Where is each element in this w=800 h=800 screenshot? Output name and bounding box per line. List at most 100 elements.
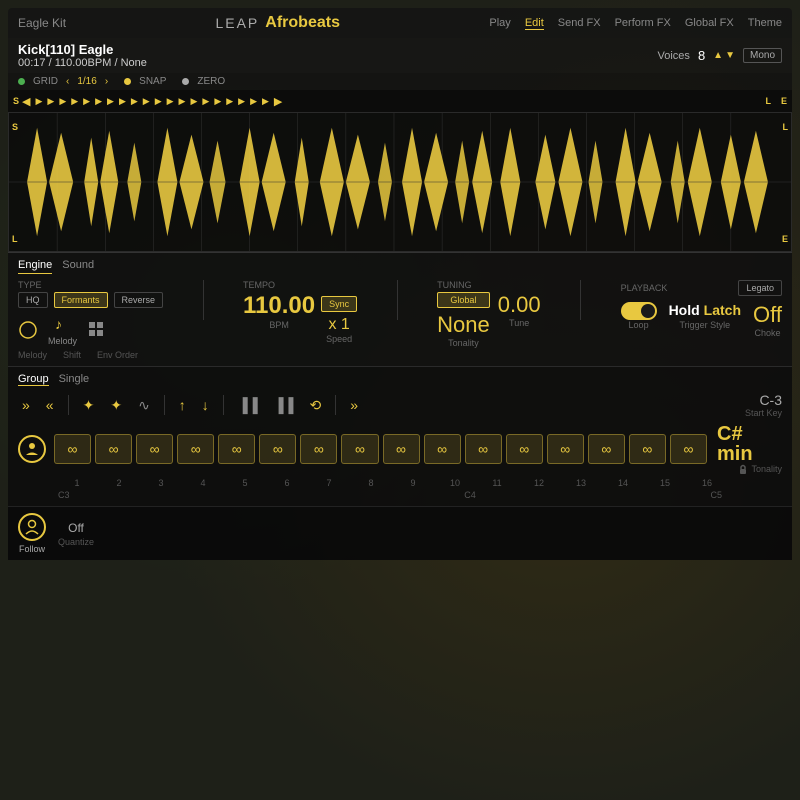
- tab-single[interactable]: Single: [59, 373, 90, 386]
- pad-9[interactable]: ∞: [383, 434, 420, 464]
- engine-section: Engine Sound TYPE HQ Formants Reverse: [8, 252, 792, 366]
- pad-num-15: 15: [646, 478, 684, 488]
- trigger-label: Trigger Style: [679, 320, 730, 330]
- block-btn1[interactable]: ▐▐: [234, 395, 262, 415]
- follow-item: Follow: [18, 513, 46, 554]
- reverse-button[interactable]: Reverse: [114, 292, 164, 308]
- pad-4[interactable]: ∞: [177, 434, 214, 464]
- sparkle-btn2[interactable]: ✦: [106, 395, 126, 416]
- note-labels: C3 C4 C5: [18, 490, 782, 500]
- follow-button[interactable]: [18, 513, 46, 541]
- cycle-btn[interactable]: ⟲: [305, 395, 325, 416]
- type-controls: HQ Formants Reverse: [18, 292, 163, 308]
- down-arrow-btn[interactable]: ↓: [198, 395, 213, 415]
- marker-4: ▶: [71, 96, 78, 107]
- speed-value[interactable]: x 1: [328, 316, 349, 334]
- pad-13-infinity: ∞: [560, 441, 570, 457]
- nav-edit[interactable]: Edit: [525, 17, 544, 30]
- pad-7[interactable]: ∞: [300, 434, 337, 464]
- pad-3[interactable]: ∞: [136, 434, 173, 464]
- legato-button[interactable]: Legato: [738, 280, 782, 296]
- pad-2[interactable]: ∞: [95, 434, 132, 464]
- global-button[interactable]: Global: [437, 292, 490, 308]
- tab-engine[interactable]: Engine: [18, 259, 52, 274]
- fast-back-btn[interactable]: «: [42, 395, 58, 415]
- melody-icon-item[interactable]: ♪ Melody: [48, 314, 77, 346]
- latch-label[interactable]: Latch: [704, 302, 741, 318]
- loop-toggle[interactable]: [621, 302, 657, 320]
- tab-group[interactable]: Group: [18, 373, 49, 386]
- nav-perform-fx[interactable]: Perform FX: [615, 17, 671, 30]
- voices-up[interactable]: ▲: [713, 50, 723, 61]
- snap-label: SNAP: [139, 76, 166, 87]
- grid-arrow-right[interactable]: ›: [105, 76, 108, 87]
- marker-18: ▶: [238, 96, 245, 107]
- pad-12[interactable]: ∞: [506, 434, 543, 464]
- shift-label: Shift: [63, 350, 81, 360]
- pad-num-1: 1: [58, 478, 96, 488]
- grid-arrow-left[interactable]: ‹: [66, 76, 69, 87]
- tonality-value[interactable]: None: [437, 312, 490, 338]
- choke-value[interactable]: Off: [753, 302, 782, 328]
- pad-10-infinity: ∞: [437, 441, 447, 457]
- circle-icon-item[interactable]: [18, 320, 38, 340]
- tune-label: Tune: [509, 318, 529, 328]
- marker-11: ▶: [155, 96, 162, 107]
- loop-box: Loop: [621, 302, 657, 330]
- grid-value[interactable]: 1/16: [77, 76, 96, 87]
- voices-arrows[interactable]: ▲ ▼: [713, 50, 735, 61]
- pad-16[interactable]: ∞: [670, 434, 707, 464]
- wave-btn[interactable]: ∿: [134, 395, 154, 416]
- tuning-label: TUNING: [437, 280, 540, 290]
- up-arrow-btn[interactable]: ↑: [175, 395, 190, 415]
- pad-15[interactable]: ∞: [629, 434, 666, 464]
- pad-num-8: 8: [352, 478, 390, 488]
- pad-14[interactable]: ∞: [588, 434, 625, 464]
- loop-label: Loop: [629, 320, 649, 330]
- pad-8[interactable]: ∞: [341, 434, 378, 464]
- sparkle-btn1[interactable]: ✦: [79, 395, 99, 416]
- nav-send-fx[interactable]: Send FX: [558, 17, 601, 30]
- marker-19: ▶: [250, 96, 257, 107]
- marker-3: ▶: [59, 96, 66, 107]
- divider-2: [397, 280, 398, 320]
- nav-play[interactable]: Play: [489, 17, 510, 30]
- mono-button[interactable]: Mono: [743, 48, 782, 63]
- pad-10[interactable]: ∞: [424, 434, 461, 464]
- block-btn2[interactable]: ▐▐: [270, 395, 298, 415]
- pad-3-infinity: ∞: [150, 441, 160, 457]
- pad-11-infinity: ∞: [478, 441, 488, 457]
- end-btn[interactable]: »: [346, 395, 362, 415]
- c5-label: C5: [710, 490, 722, 500]
- tonality-label-row: Tonality: [738, 464, 782, 474]
- pad-5[interactable]: ∞: [218, 434, 255, 464]
- formants-button[interactable]: Formants: [54, 292, 108, 308]
- main-waveform[interactable]: S L L E: [8, 112, 792, 252]
- follow-icon[interactable]: [18, 435, 46, 463]
- marker-14: ▶: [190, 96, 197, 107]
- nav-global-fx[interactable]: Global FX: [685, 17, 734, 30]
- hq-button[interactable]: HQ: [18, 292, 48, 308]
- waveform-e-right: E: [782, 234, 788, 244]
- voices-down[interactable]: ▼: [725, 50, 735, 61]
- pad-1[interactable]: ∞: [54, 434, 91, 464]
- quantize-value[interactable]: Off: [68, 521, 84, 535]
- pad-6[interactable]: ∞: [259, 434, 296, 464]
- pad-11[interactable]: ∞: [465, 434, 502, 464]
- pad-num-10: 10: [436, 478, 474, 488]
- marker-13: ▶: [179, 96, 186, 107]
- fast-forward-btn[interactable]: »: [18, 395, 34, 415]
- bpm-value[interactable]: 110.00: [243, 292, 315, 320]
- group-controls: » « ✦ ✦ ∿ ↑ ↓ ▐▐ ▐▐ ⟲ » C-3 Start Key: [18, 392, 782, 418]
- tune-value[interactable]: 0.00: [498, 292, 541, 318]
- zero-dot: [182, 78, 189, 85]
- speed-label: Speed: [326, 334, 352, 344]
- tune-box: 0.00 Tune: [498, 292, 541, 328]
- grid-icon-item[interactable]: [87, 320, 107, 340]
- tab-sound[interactable]: Sound: [62, 259, 94, 274]
- bpm-box: 110.00 BPM: [243, 292, 315, 330]
- pad-13[interactable]: ∞: [547, 434, 584, 464]
- sync-button[interactable]: Sync: [321, 296, 357, 312]
- track-info: Kick[110] Eagle 00:17 / 110.00BPM / None: [18, 42, 147, 69]
- nav-theme[interactable]: Theme: [748, 17, 782, 30]
